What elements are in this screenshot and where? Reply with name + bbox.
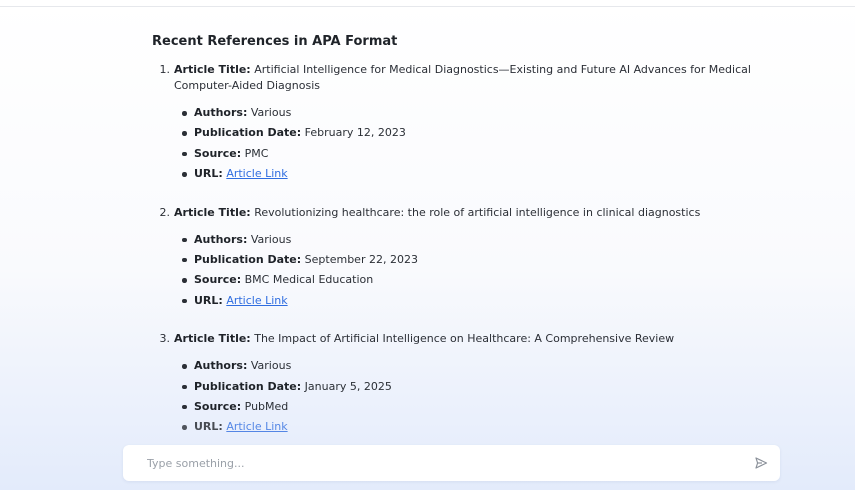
- reference-details: Authors: Various Publication Date: Janua…: [174, 356, 762, 438]
- publication-date-row: Publication Date: January 5, 2025: [174, 377, 762, 397]
- bullet-icon: [182, 425, 187, 430]
- reference-title-line: Article Title: The Impact of Artificial …: [174, 331, 764, 347]
- top-divider: [0, 6, 855, 7]
- publication-date-label: Publication Date:: [194, 126, 302, 140]
- source-label: Source:: [194, 399, 242, 413]
- article-title: Revolutionizing healthcare: the role of …: [254, 205, 701, 219]
- reference-item: 2. Article Title: Revolutionizing health…: [152, 205, 762, 312]
- bullet-icon: [182, 172, 187, 177]
- bullet-icon: [182, 404, 187, 410]
- source-value: PMC: [244, 146, 269, 160]
- reference-number: 1.: [159, 63, 171, 76]
- url-row: URL: Article Link: [174, 417, 762, 437]
- authors-row: Authors: Various: [174, 103, 762, 123]
- authors-value: Various: [250, 106, 292, 119]
- reference-list: 1. Article Title: Artificial Intelligenc…: [152, 62, 762, 438]
- article-link[interactable]: Article Link: [226, 420, 287, 433]
- source-label: Source:: [194, 273, 242, 287]
- url-row: URL: Article Link: [174, 291, 762, 311]
- source-row: Source: BMC Medical Education: [174, 270, 762, 290]
- bullet-icon: [182, 384, 187, 390]
- authors-value: Various: [250, 232, 292, 246]
- reference-number: 2.: [159, 205, 171, 219]
- authors-row: Authors: Various: [174, 230, 762, 250]
- publication-date-label: Publication Date:: [194, 379, 302, 393]
- publication-date-value: September 22, 2023: [304, 252, 418, 266]
- authors-label: Authors:: [194, 232, 248, 246]
- bullet-icon: [182, 364, 187, 369]
- message-content: Recent References in APA Format 1. Artic…: [152, 33, 762, 438]
- authors-value: Various: [250, 359, 292, 373]
- article-title-label: Article Title:: [174, 332, 251, 346]
- source-value: BMC Medical Education: [244, 273, 374, 287]
- url-row: URL: Article Link: [174, 164, 762, 184]
- message-input-bar: [123, 445, 780, 481]
- publication-date-row: Publication Date: February 12, 2023: [174, 123, 762, 143]
- reference-details: Authors: Various Publication Date: Febru…: [174, 103, 762, 185]
- reference-title-line: Article Title: Revolutionizing healthcar…: [174, 205, 764, 221]
- message-input[interactable]: [147, 445, 727, 481]
- url-label: URL:: [194, 167, 223, 181]
- reference-details: Authors: Various Publication Date: Septe…: [174, 230, 762, 312]
- reference-title-line: Article Title: Artificial Intelligence f…: [174, 62, 764, 94]
- bullet-icon: [182, 298, 187, 304]
- publication-date-value: February 12, 2023: [304, 126, 406, 140]
- url-label: URL:: [194, 293, 223, 307]
- bullet-icon: [182, 237, 187, 243]
- article-title-label: Article Title:: [174, 63, 251, 76]
- article-link[interactable]: Article Link: [226, 167, 287, 180]
- article-title: Artificial Intelligence for Medical Diag…: [174, 63, 751, 92]
- article-title: The Impact of Artificial Intelligence on…: [254, 332, 675, 346]
- publication-date-row: Publication Date: September 22, 2023: [174, 250, 762, 270]
- bullet-icon: [182, 111, 187, 116]
- url-label: URL:: [194, 420, 223, 434]
- article-title-label: Article Title:: [174, 205, 251, 219]
- reference-item: 1. Article Title: Artificial Intelligenc…: [152, 62, 762, 185]
- reference-number: 3.: [159, 332, 171, 346]
- reference-item: 3. Article Title: The Impact of Artifici…: [152, 331, 762, 438]
- bullet-icon: [182, 151, 187, 157]
- source-label: Source:: [194, 146, 242, 160]
- send-icon[interactable]: [752, 454, 770, 472]
- authors-label: Authors:: [194, 359, 248, 373]
- authors-label: Authors:: [194, 106, 248, 119]
- publication-date-label: Publication Date:: [194, 252, 302, 266]
- article-link[interactable]: Article Link: [226, 294, 287, 307]
- references-heading: Recent References in APA Format: [152, 34, 398, 49]
- source-row: Source: PubMed: [174, 397, 762, 417]
- bullet-icon: [182, 131, 187, 136]
- source-row: Source: PMC: [174, 144, 762, 164]
- bullet-icon: [182, 278, 187, 283]
- authors-row: Authors: Various: [174, 356, 762, 376]
- source-value: PubMed: [244, 399, 289, 413]
- bullet-icon: [182, 257, 187, 263]
- publication-date-value: January 5, 2025: [304, 379, 392, 393]
